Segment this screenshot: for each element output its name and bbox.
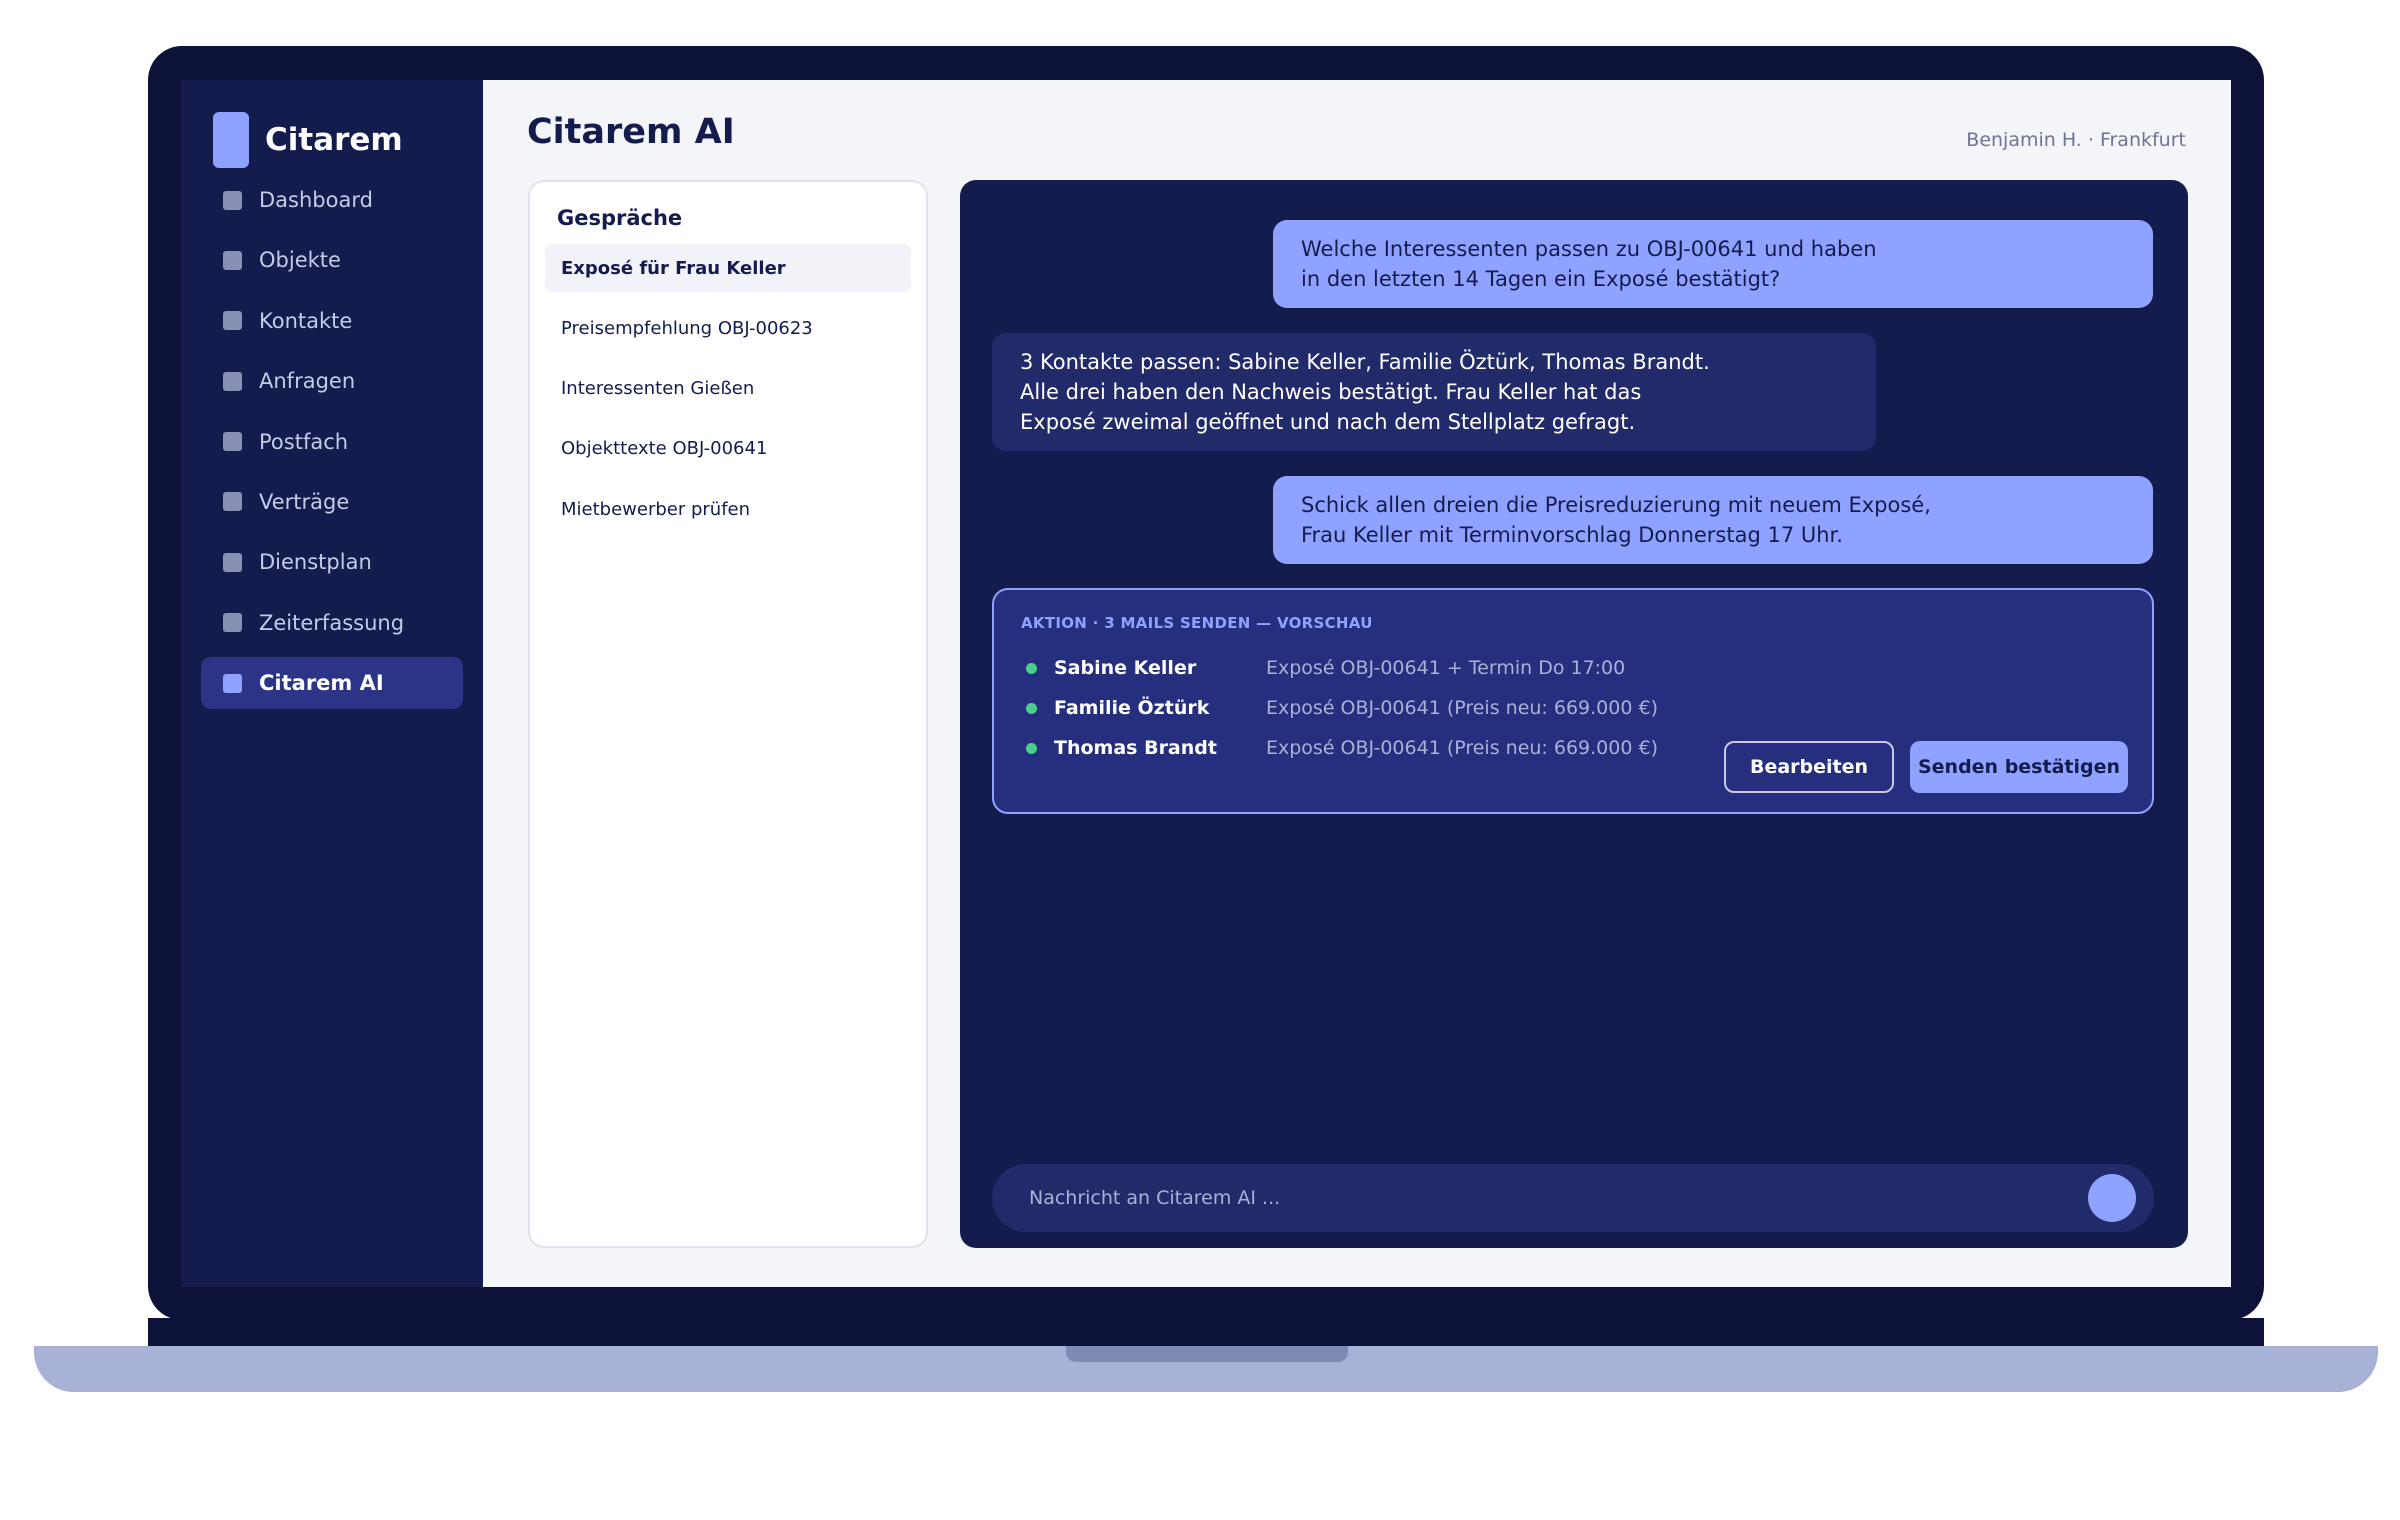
conversation-item[interactable]: Interessenten Gießen (545, 365, 911, 413)
recipient-detail: Exposé OBJ-00641 (Preis neu: 669.000 €) (1266, 737, 1658, 759)
sidebar-item-dienstplan[interactable]: Dienstplan (201, 536, 463, 588)
message-composer[interactable]: Nachricht an Citarem AI ... (992, 1164, 2154, 1232)
conversation-item[interactable]: Preisempfehlung OBJ-00623 (545, 304, 911, 352)
conversation-item[interactable]: Exposé für Frau Keller (545, 244, 911, 292)
page-title: Citarem AI (527, 112, 735, 152)
vertraege-icon (223, 492, 242, 512)
sidebar-item-objekte[interactable]: Objekte (201, 234, 463, 286)
message-line: Welche Interessenten passen zu OBJ-00641… (1301, 237, 1877, 261)
sidebar-item-label: Verträge (259, 489, 350, 514)
sidebar-item-kontakte[interactable]: Kontakte (201, 295, 463, 347)
brand-logo-icon (213, 112, 249, 168)
edit-button[interactable]: Bearbeiten (1724, 741, 1894, 793)
sidebar-item-label: Citarem AI (259, 671, 384, 696)
sidebar-item-label: Dashboard (259, 188, 373, 212)
recipient-name: Familie Öztürk (1054, 697, 1210, 719)
recipient-detail: Exposé OBJ-00641 (Preis neu: 669.000 €) (1266, 697, 1658, 719)
dashboard-icon (223, 190, 242, 210)
sidebar-item-label: Postfach (259, 429, 349, 454)
sidebar-item-citarem-ai[interactable]: Citarem AI (201, 657, 463, 710)
recipient-name: Thomas Brandt (1054, 737, 1217, 759)
conversation-item[interactable]: Mietbewerber prüfen (545, 485, 911, 533)
user-message: Schick allen dreien die Preisreduzierung… (1273, 476, 2153, 564)
recipient-name: Sabine Keller (1054, 657, 1197, 679)
conversation-list-title: Gespräche (557, 206, 683, 230)
sidebar-item-label: Dienstplan (259, 550, 372, 575)
sidebar-nav: Dashboard Objekte Kontakte Anfragen Post… (201, 174, 463, 718)
message-input[interactable]: Nachricht an Citarem AI ... (1029, 1164, 1280, 1232)
send-icon[interactable] (2088, 1174, 2136, 1222)
anfragen-icon (223, 371, 242, 391)
chat-panel: Welche Interessenten passen zu OBJ-00641… (960, 180, 2188, 1248)
sidebar-item-anfragen[interactable]: Anfragen (201, 355, 463, 407)
objekte-icon (223, 250, 242, 270)
sidebar-item-label: Kontakte (259, 308, 353, 333)
sidebar-item-label: Anfragen (259, 369, 356, 394)
conversation-list-panel: Gespräche Exposé für Frau Keller Preisem… (528, 180, 928, 1248)
zeiterfassung-icon (223, 613, 242, 633)
assistant-message: 3 Kontakte passen: Sabine Keller, Famili… (992, 333, 1876, 451)
message-line: Alle drei haben den Nachweis bestätigt. … (1020, 380, 1642, 404)
sidebar-item-label: Objekte (259, 248, 341, 273)
dienstplan-icon (223, 552, 242, 572)
sidebar-item-label: Zeiterfassung (259, 610, 405, 635)
user-info: Benjamin H. · Frankfurt (1966, 129, 2186, 151)
brand-name: Citarem (265, 122, 403, 158)
postfach-icon (223, 432, 242, 452)
status-dot-icon (1026, 742, 1037, 754)
recipient-row: Familie Öztürk Exposé OBJ-00641 (Preis n… (1026, 696, 1658, 720)
citarem-ai-icon (223, 673, 242, 693)
kontakte-icon (223, 311, 242, 331)
sidebar-item-postfach[interactable]: Postfach (201, 416, 463, 468)
sidebar-item-dashboard[interactable]: Dashboard (201, 174, 463, 226)
laptop-hinge (148, 1318, 2264, 1346)
laptop-notch (1066, 1346, 1348, 1362)
sidebar: Citarem Dashboard Objekte Kontakte Anfra… (181, 80, 483, 1287)
user-message: Welche Interessenten passen zu OBJ-00641… (1273, 220, 2153, 308)
action-heading: AKTION · 3 MAILS SENDEN — VORSCHAU (1021, 614, 1373, 632)
sidebar-item-zeiterfassung[interactable]: Zeiterfassung (201, 597, 463, 649)
message-line: Schick allen dreien die Preisreduzierung… (1301, 493, 1931, 517)
status-dot-icon (1026, 662, 1037, 674)
sidebar-item-vertraege[interactable]: Verträge (201, 476, 463, 528)
message-line: in den letzten 14 Tagen ein Exposé bestä… (1301, 267, 1781, 291)
confirm-send-button[interactable]: Senden bestätigen (1910, 741, 2128, 793)
recipient-row: Thomas Brandt Exposé OBJ-00641 (Preis ne… (1026, 736, 1658, 760)
message-line: Frau Keller mit Terminvorschlag Donnerst… (1301, 523, 1843, 547)
action-preview-card: AKTION · 3 MAILS SENDEN — VORSCHAU Sabin… (992, 588, 2154, 814)
recipient-detail: Exposé OBJ-00641 + Termin Do 17:00 (1266, 657, 1626, 679)
recipient-row: Sabine Keller Exposé OBJ-00641 + Termin … (1026, 656, 1625, 680)
brand: Citarem (213, 112, 403, 168)
app-window: Citarem Dashboard Objekte Kontakte Anfra… (181, 80, 2231, 1287)
message-line: 3 Kontakte passen: Sabine Keller, Famili… (1020, 350, 1710, 374)
status-dot-icon (1026, 702, 1037, 714)
conversation-list: Exposé für Frau Keller Preisempfehlung O… (545, 244, 911, 545)
conversation-item[interactable]: Objekttexte OBJ-00641 (545, 425, 911, 473)
message-line: Exposé zweimal geöffnet und nach dem Ste… (1020, 410, 1636, 434)
